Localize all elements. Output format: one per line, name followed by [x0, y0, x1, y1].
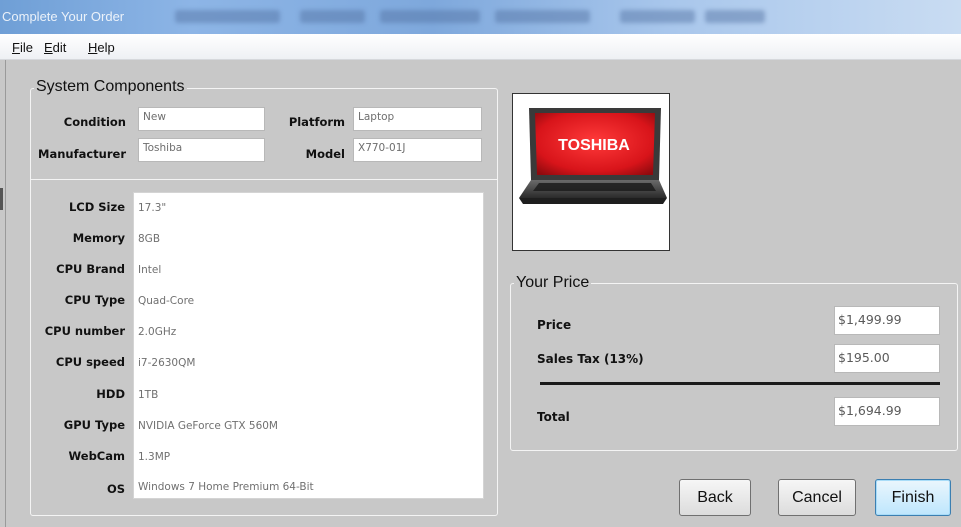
menu-file-mnemonic: F — [12, 40, 20, 55]
title-bar-obscured-region — [705, 10, 765, 23]
spec-label: Memory — [72, 231, 125, 245]
model-label: Model — [305, 147, 345, 161]
system-components-title: System Components — [34, 78, 187, 96]
menu-edit-label: dit — [52, 40, 67, 55]
window-title: Complete Your Order — [2, 9, 125, 24]
spec-label: LCD Size — [68, 200, 125, 214]
title-bar-obscured-region — [175, 10, 280, 23]
spec-label: CPU number — [44, 324, 125, 338]
sales-tax-field[interactable]: $195.00 — [834, 344, 940, 373]
spec-value: Intel — [138, 264, 162, 276]
total-field[interactable]: $1,694.99 — [834, 397, 940, 426]
spec-value: 8GB — [138, 233, 161, 245]
total-divider — [540, 382, 940, 385]
condition-label: Condition — [63, 115, 126, 129]
platform-label: Platform — [288, 115, 345, 129]
spec-label: CPU Type — [64, 293, 125, 307]
spec-value: Windows 7 Home Premium 64-Bit — [138, 481, 314, 493]
spec-value: NVIDIA GeForce GTX 560M — [138, 420, 278, 432]
specs-panel — [133, 192, 484, 499]
finish-button[interactable]: Finish — [875, 479, 951, 516]
menu-file-label: ile — [19, 40, 33, 55]
spec-value: 1TB — [138, 389, 159, 401]
menu-edit-mnemonic: E — [44, 40, 53, 55]
sales-tax-label: Sales Tax (13%) — [537, 352, 644, 366]
spec-value: 1.3MP — [138, 451, 171, 463]
menu-help-label: elp — [97, 40, 115, 55]
spec-value: 17.3" — [138, 202, 167, 214]
spec-value: Quad-Core — [138, 295, 195, 307]
menu-bar: File Edit Help — [0, 34, 961, 60]
spec-label: WebCam — [68, 449, 126, 463]
spec-label: CPU Brand — [56, 262, 125, 276]
manufacturer-label: Manufacturer — [38, 147, 126, 161]
price-label: Price — [537, 318, 572, 332]
back-button[interactable]: Back — [679, 479, 751, 516]
title-bar-obscured-region — [495, 10, 590, 23]
model-field[interactable]: X770-01J — [353, 138, 482, 162]
menu-help[interactable]: Help — [88, 40, 115, 55]
components-divider — [30, 179, 498, 180]
condition-field[interactable]: New — [138, 107, 265, 131]
platform-field[interactable]: Laptop — [353, 107, 482, 131]
spec-label: HDD — [96, 387, 125, 401]
title-bar-obscured-region — [380, 10, 480, 23]
manufacturer-field[interactable]: Toshiba — [138, 138, 265, 162]
spec-label: CPU speed — [55, 355, 125, 369]
menu-file[interactable]: File — [12, 40, 33, 55]
cancel-button[interactable]: Cancel — [778, 479, 856, 516]
screen-brand-text: TOSHIBA — [558, 137, 630, 154]
spec-value: 2.0GHz — [138, 326, 177, 338]
menu-help-mnemonic: H — [88, 40, 98, 55]
menu-edit[interactable]: Edit — [44, 40, 66, 55]
your-price-title: Your Price — [514, 274, 592, 292]
spec-label: OS — [106, 482, 125, 496]
title-bar: Complete Your Order — [0, 0, 961, 34]
price-field[interactable]: $1,499.99 — [834, 306, 940, 335]
title-bar-obscured-region — [300, 10, 365, 23]
title-bar-obscured-region — [620, 10, 695, 23]
total-label: Total — [537, 410, 570, 424]
laptop-illustration: TOSHIBA — [519, 108, 667, 204]
product-image: TOSHIBA — [512, 93, 670, 251]
spec-value: i7-2630QM — [138, 357, 196, 369]
spec-label: GPU Type — [63, 418, 125, 432]
